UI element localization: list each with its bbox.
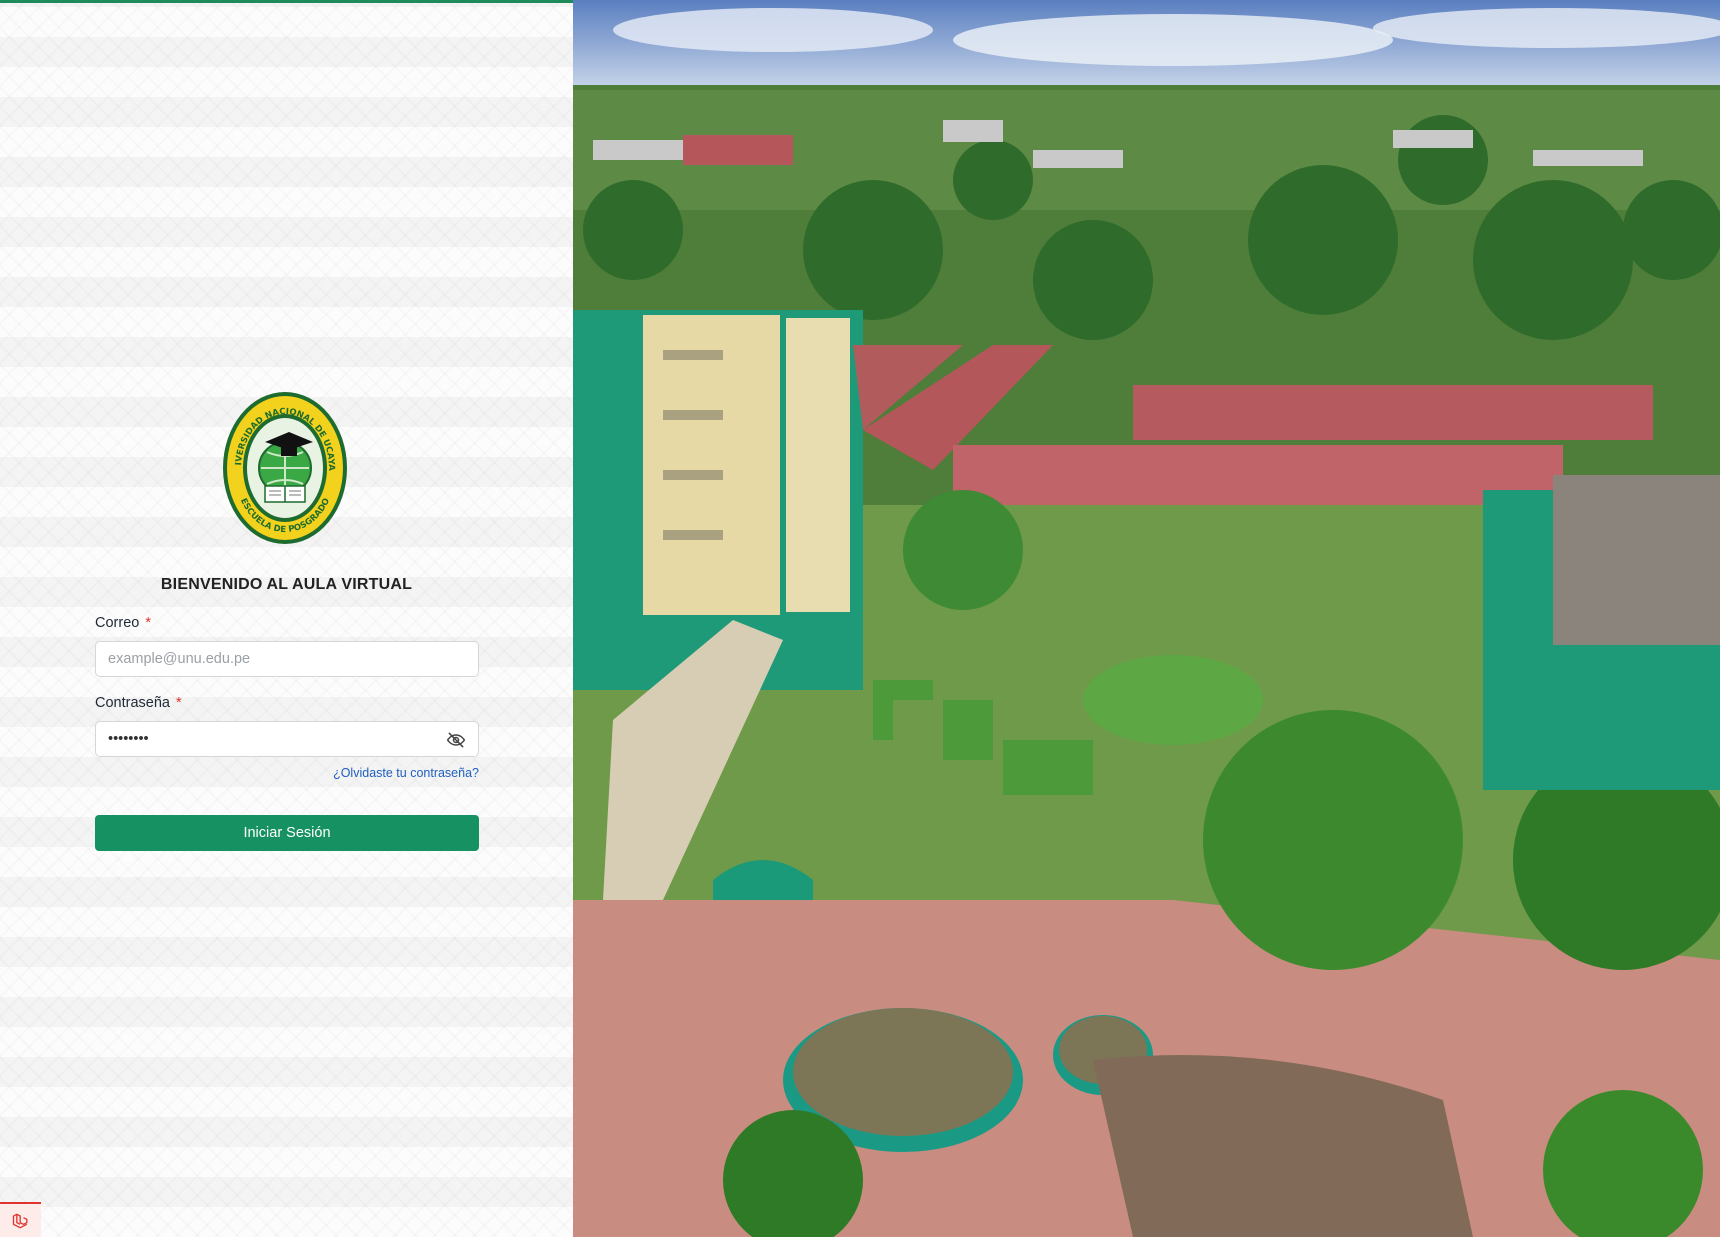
login-panel	[0, 0, 573, 1237]
university-logo: UNIVERSIDAD NACIONAL DE UCAYALI ESCUELA …	[217, 383, 349, 546]
email-label-text: Correo	[95, 615, 140, 631]
password-label: Contraseña *	[95, 695, 182, 711]
eye-off-icon[interactable]	[446, 730, 466, 750]
password-required-mark: *	[175, 695, 182, 711]
password-input[interactable]	[95, 721, 479, 757]
email-label: Correo *	[95, 615, 151, 631]
welcome-title: BIENVENIDO AL AULA VIRTUAL	[160, 576, 413, 593]
password-label-text: Contraseña	[95, 695, 170, 711]
forgot-password-link[interactable]: ¿Olvidaste tu contraseña?	[310, 766, 479, 780]
top-accent-line	[0, 0, 573, 3]
email-required-mark: *	[145, 615, 151, 631]
email-input[interactable]	[95, 641, 479, 677]
laravel-icon[interactable]	[0, 1202, 41, 1237]
login-button[interactable]: Iniciar Sesión	[95, 815, 479, 851]
campus-aerial-photo	[573, 0, 1720, 1237]
